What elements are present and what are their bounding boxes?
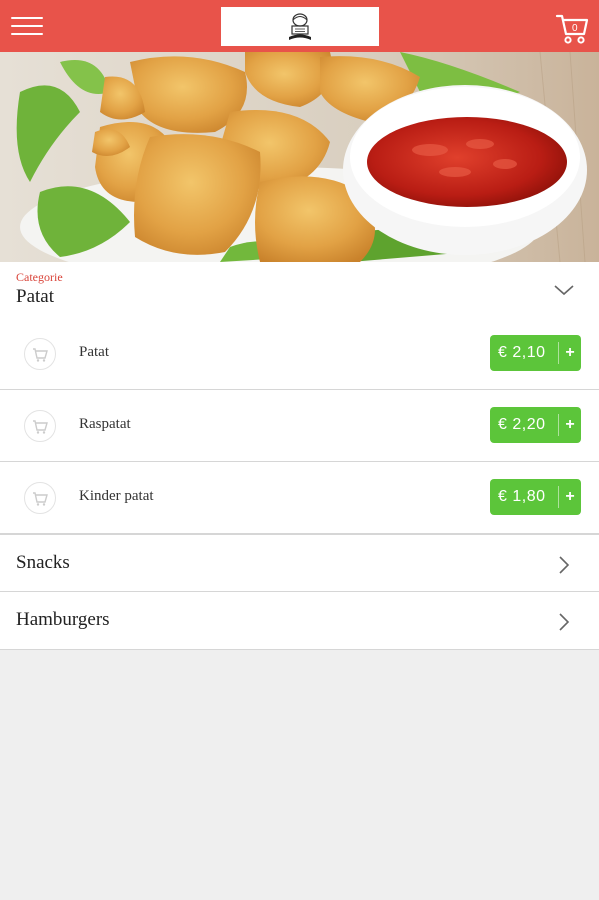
chevron-right-icon — [557, 554, 571, 576]
add-to-cart-icon[interactable] — [24, 482, 56, 514]
top-bar: 0 — [0, 0, 599, 52]
category-label: Categorie — [16, 270, 63, 284]
add-to-cart-icon[interactable] — [24, 338, 56, 370]
add-item-button[interactable]: € 2,20 + — [490, 407, 581, 443]
list-item: Raspatat € 2,20 + — [0, 390, 599, 462]
chevron-right-icon — [557, 611, 571, 633]
restaurant-logo[interactable] — [221, 7, 379, 46]
logo-emblem-icon — [289, 12, 311, 40]
list-item: Patat € 2,10 + — [0, 318, 599, 390]
item-name: Kinder patat — [79, 488, 154, 504]
add-item-button[interactable]: € 2,10 + — [490, 335, 581, 371]
plus-icon: + — [565, 416, 575, 433]
hero-image — [0, 52, 599, 262]
cart-count: 0 — [572, 23, 578, 34]
plus-icon: + — [565, 488, 575, 505]
item-price: € 1,80 — [498, 488, 546, 505]
item-name: Patat — [79, 344, 109, 360]
category-row-label: Hamburgers — [16, 609, 110, 630]
chevron-down-icon[interactable] — [552, 282, 576, 298]
plus-icon: + — [565, 344, 575, 361]
item-price: € 2,10 — [498, 344, 546, 361]
add-item-button[interactable]: € 1,80 + — [490, 479, 581, 515]
item-name: Raspatat — [79, 416, 131, 432]
category-row-label: Snacks — [16, 552, 70, 573]
category-row-hamburgers[interactable]: Hamburgers — [0, 592, 599, 650]
category-title: Patat — [16, 286, 54, 307]
list-item: Kinder patat € 1,80 + — [0, 462, 599, 534]
item-price: € 2,20 — [498, 416, 546, 433]
add-to-cart-icon[interactable] — [24, 410, 56, 442]
hamburger-menu-icon[interactable] — [11, 16, 43, 36]
shopping-cart-icon[interactable]: 0 — [555, 10, 589, 46]
category-row-snacks[interactable]: Snacks — [0, 534, 599, 592]
